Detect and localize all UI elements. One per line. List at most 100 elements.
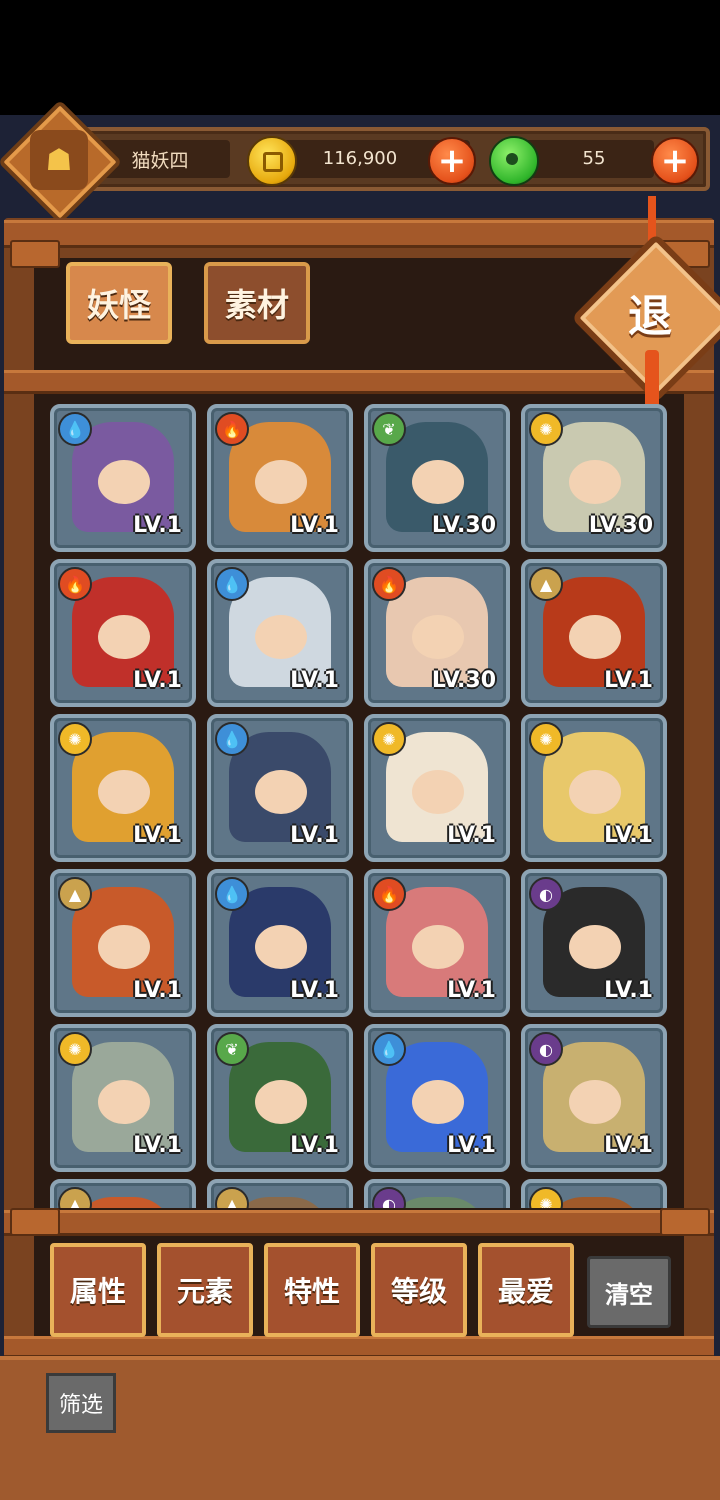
pagoda-emblem-icon[interactable]: ☗ — [30, 130, 88, 190]
earth-element-icon: ▲ — [58, 877, 92, 911]
monster-level: LV.1 — [133, 978, 182, 1003]
monster-level: LV.1 — [133, 1133, 182, 1158]
post-cap — [660, 1208, 710, 1236]
monster-card[interactable]: ◐ LV.1 — [521, 1024, 667, 1172]
monster-card[interactable]: ▲ LV.1 — [521, 559, 667, 707]
fire-element-icon: 🔥 — [372, 567, 406, 601]
monster-level: LV.30 — [588, 513, 653, 538]
monster-card[interactable]: ❦ LV.1 — [207, 1024, 353, 1172]
clear-filters-button[interactable]: 清空 — [587, 1256, 671, 1328]
dark-element-icon: ◐ — [372, 1187, 406, 1208]
gold-coin-icon — [247, 136, 297, 186]
monster-card[interactable]: 💧 LV.1 — [207, 869, 353, 1017]
plus-icon: + — [660, 141, 690, 181]
fire-element-icon: 🔥 — [372, 877, 406, 911]
fire-element-icon: 🔥 — [215, 412, 249, 446]
exit-label[interactable]: 退 — [600, 280, 700, 344]
wood-element-icon: ❦ — [215, 1032, 249, 1066]
filter-trait-button[interactable]: 特性 — [264, 1243, 360, 1337]
monster-card[interactable]: ✺ LV.1 — [364, 714, 510, 862]
shelf-beam — [4, 370, 714, 394]
monster-face — [98, 770, 150, 814]
monster-card[interactable]: ▲ — [207, 1179, 353, 1208]
monster-face — [98, 460, 150, 504]
monster-level: LV.1 — [447, 823, 496, 848]
water-element-icon: 💧 — [215, 567, 249, 601]
monster-face — [255, 1080, 307, 1124]
monster-card[interactable]: 💧 LV.1 — [364, 1024, 510, 1172]
monster-face — [412, 460, 464, 504]
monster-card[interactable]: 🔥 LV.1 — [207, 404, 353, 552]
wood-element-icon: ❦ — [372, 412, 406, 446]
monster-face — [255, 615, 307, 659]
shelf-beam — [4, 1336, 714, 1358]
monster-face — [255, 460, 307, 504]
earth-element-icon: ▲ — [58, 1187, 92, 1208]
shelf-beam — [4, 1210, 714, 1236]
monster-face — [569, 615, 621, 659]
monster-level: LV.1 — [604, 823, 653, 848]
monster-card[interactable]: 🔥 LV.30 — [364, 559, 510, 707]
filter-favorite-button[interactable]: 最爱 — [478, 1243, 574, 1337]
monster-card[interactable]: 💧 LV.1 — [207, 714, 353, 862]
tab-materials[interactable]: 素材 — [204, 262, 310, 344]
coin-amount: 116,900 — [322, 148, 398, 169]
monster-level: LV.1 — [290, 1133, 339, 1158]
add-gems-button[interactable]: + — [651, 137, 699, 185]
water-element-icon: 💧 — [215, 877, 249, 911]
monster-card[interactable]: ▲ LV.1 — [50, 869, 196, 1017]
monster-card[interactable]: ▲ — [50, 1179, 196, 1208]
light-element-icon: ✺ — [372, 722, 406, 756]
dark-element-icon: ◐ — [529, 1032, 563, 1066]
monster-grid: 💧 LV.1 🔥 LV.1 ❦ LV.30 ✺ LV.30 🔥 LV.1 💧 LV.1 🔥 LV.30 ▲ L… — [46, 396, 676, 1208]
add-coins-button[interactable]: + — [428, 137, 476, 185]
plus-icon: + — [437, 141, 467, 181]
monster-level: LV.1 — [290, 513, 339, 538]
monster-level: LV.1 — [447, 1133, 496, 1158]
dark-element-icon: ◐ — [529, 877, 563, 911]
monster-card[interactable]: ❦ LV.30 — [364, 404, 510, 552]
water-element-icon: 💧 — [372, 1032, 406, 1066]
monster-face — [412, 925, 464, 969]
monster-level: LV.1 — [290, 978, 339, 1003]
monster-card[interactable]: 🔥 LV.1 — [364, 869, 510, 1017]
monster-face — [412, 615, 464, 659]
monster-card[interactable]: ✺ LV.1 — [521, 714, 667, 862]
monster-card[interactable]: 💧 LV.1 — [50, 404, 196, 552]
light-element-icon: ✺ — [58, 1032, 92, 1066]
monster-level: LV.1 — [604, 1133, 653, 1158]
monster-face — [412, 1080, 464, 1124]
filter-level-button[interactable]: 等级 — [371, 1243, 467, 1337]
monster-level: LV.1 — [604, 978, 653, 1003]
monster-face — [255, 770, 307, 814]
monster-face — [569, 925, 621, 969]
monster-level: LV.1 — [447, 978, 496, 1003]
monster-card[interactable]: 🔥 LV.1 — [50, 559, 196, 707]
jade-coin-icon — [489, 136, 539, 186]
player-name: 猫妖四 — [131, 150, 189, 172]
monster-card[interactable]: ✺ LV.1 — [50, 1024, 196, 1172]
monster-face — [412, 770, 464, 814]
monster-level: LV.1 — [604, 668, 653, 693]
filter-element-button[interactable]: 元素 — [157, 1243, 253, 1337]
monster-face — [569, 770, 621, 814]
monster-card[interactable]: 💧 LV.1 — [207, 559, 353, 707]
monster-face — [98, 1080, 150, 1124]
light-element-icon: ✺ — [58, 722, 92, 756]
monster-level: LV.1 — [133, 823, 182, 848]
water-element-icon: 💧 — [58, 412, 92, 446]
monster-card[interactable]: ✺ — [521, 1179, 667, 1208]
earth-element-icon: ▲ — [215, 1187, 249, 1208]
light-element-icon: ✺ — [529, 1187, 563, 1208]
post-cap — [10, 1208, 60, 1236]
filter-tag: 筛选 — [46, 1373, 116, 1433]
monster-card[interactable]: ◐ — [364, 1179, 510, 1208]
monster-card[interactable]: ✺ LV.1 — [50, 714, 196, 862]
tab-monsters[interactable]: 妖怪 — [66, 262, 172, 344]
filter-attribute-button[interactable]: 属性 — [50, 1243, 146, 1337]
monster-level: LV.1 — [290, 668, 339, 693]
monster-card[interactable]: ◐ LV.1 — [521, 869, 667, 1017]
monster-card[interactable]: ✺ LV.30 — [521, 404, 667, 552]
fire-element-icon: 🔥 — [58, 567, 92, 601]
water-element-icon: 💧 — [215, 722, 249, 756]
